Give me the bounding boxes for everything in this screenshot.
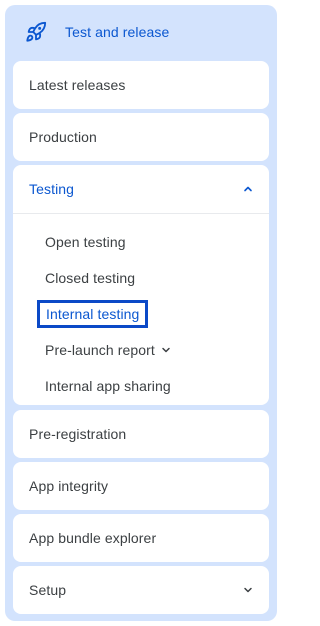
nav-testing-label: Testing xyxy=(29,181,75,197)
section-title: Test and release xyxy=(65,24,170,40)
nav-latest-releases-label: Latest releases xyxy=(29,77,126,93)
nav-production-label: Production xyxy=(29,129,97,145)
chevron-up-icon xyxy=(243,184,253,194)
nav-production[interactable]: Production xyxy=(13,113,269,161)
nav-app-integrity-label: App integrity xyxy=(29,478,109,494)
nav-pre-registration-label: Pre-registration xyxy=(29,426,127,442)
nav-internal-testing-label: Internal testing xyxy=(37,300,149,328)
nav-closed-testing[interactable]: Closed testing xyxy=(13,260,269,296)
nav-setup[interactable]: Setup xyxy=(13,566,269,614)
nav-testing-toggle[interactable]: Testing xyxy=(13,165,269,213)
nav-setup-label: Setup xyxy=(29,582,67,598)
nav-app-integrity[interactable]: App integrity xyxy=(13,462,269,510)
nav-internal-app-sharing-label: Internal app sharing xyxy=(45,378,171,394)
nav-open-testing-label: Open testing xyxy=(45,234,126,250)
nav-pre-launch-report-label: Pre-launch report xyxy=(45,342,155,358)
nav-latest-releases[interactable]: Latest releases xyxy=(13,61,269,109)
testing-sub-list: Open testing Closed testing Internal tes… xyxy=(13,214,269,404)
nav-closed-testing-label: Closed testing xyxy=(45,270,136,286)
nav-testing-group: Testing Open testing Closed testing Inte… xyxy=(13,165,269,405)
nav-internal-app-sharing[interactable]: Internal app sharing xyxy=(13,368,269,404)
test-and-release-panel: Test and release Latest releases Product… xyxy=(5,5,277,621)
nav-app-bundle-explorer-label: App bundle explorer xyxy=(29,530,157,546)
nav-internal-testing[interactable]: Internal testing xyxy=(13,296,269,332)
nav-pre-registration[interactable]: Pre-registration xyxy=(13,410,269,458)
rocket-icon xyxy=(25,21,47,43)
nav-open-testing[interactable]: Open testing xyxy=(13,224,269,260)
nav-app-bundle-explorer[interactable]: App bundle explorer xyxy=(13,514,269,562)
chevron-down-icon xyxy=(243,585,253,595)
section-header[interactable]: Test and release xyxy=(5,5,277,59)
chevron-down-icon xyxy=(161,345,171,355)
nav-pre-launch-report[interactable]: Pre-launch report xyxy=(13,332,269,368)
